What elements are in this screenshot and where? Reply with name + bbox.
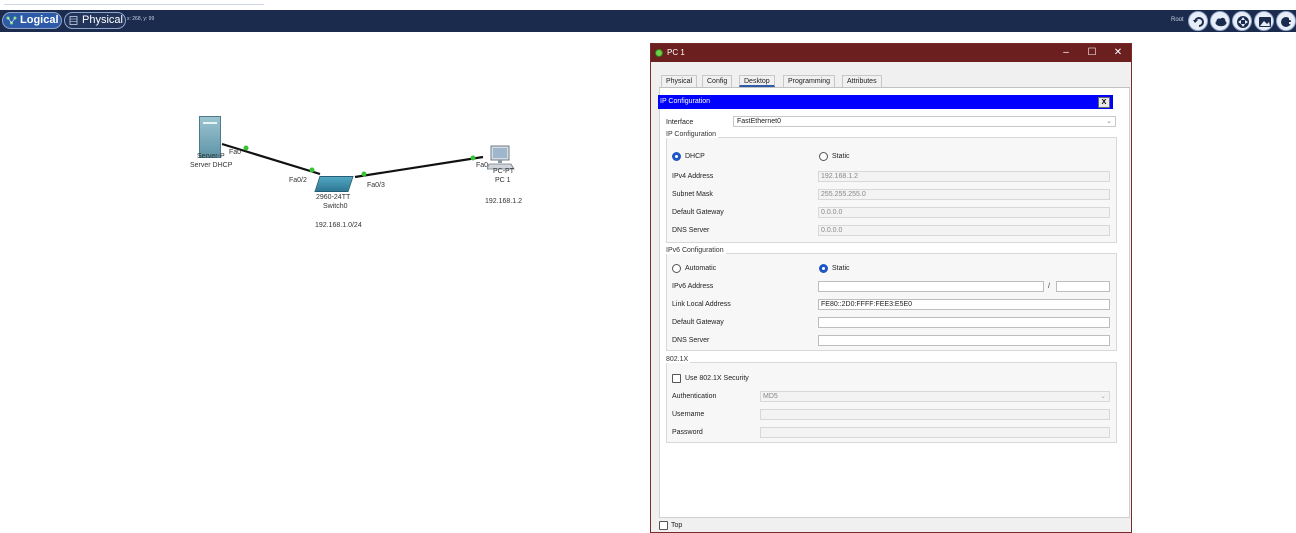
use-dot1x-checkbox[interactable] bbox=[672, 374, 681, 383]
automatic-ipv6-radio[interactable] bbox=[672, 264, 681, 273]
logical-network-icon bbox=[6, 16, 17, 25]
root-label[interactable]: Root bbox=[1171, 17, 1184, 23]
use-dot1x-label: Use 802.1X Security bbox=[685, 375, 749, 382]
ipv6-default-gateway-field[interactable] bbox=[818, 317, 1110, 328]
dot1x-section-title: 802.1X bbox=[666, 356, 691, 363]
server-port-label: Fa0 bbox=[229, 149, 242, 156]
image-icon[interactable] bbox=[1254, 11, 1274, 31]
authentication-label: Authentication bbox=[672, 393, 717, 400]
automatic-ipv6-label: Automatic bbox=[685, 265, 717, 272]
username-label: Username bbox=[672, 411, 705, 418]
dns-server-field[interactable]: 0.0.0.0 bbox=[818, 225, 1110, 236]
switch-left-port-label: Fa0/2 bbox=[289, 177, 307, 184]
window-title-bar[interactable]: PC 1 – ☐ ✕ bbox=[651, 44, 1131, 62]
ip-configuration-title: IP Configuration bbox=[658, 95, 1113, 109]
server-device[interactable] bbox=[199, 116, 221, 158]
link-switch-pc bbox=[354, 155, 484, 179]
ipv6-address-label: IPv6 Address bbox=[672, 283, 714, 290]
pc-port-label: Fa0 bbox=[476, 162, 489, 169]
tab-physical[interactable]: Physical bbox=[661, 75, 698, 87]
pc-window: PC 1 – ☐ ✕ Physical Config Desktop Progr… bbox=[650, 43, 1132, 533]
logical-mode-button[interactable]: Logical bbox=[2, 12, 62, 29]
workspace-toolbar: Logical Physical x: 268, y: 99 Root bbox=[0, 10, 1296, 32]
switch-device[interactable] bbox=[314, 176, 354, 192]
static-ipv6-label: Static bbox=[832, 265, 850, 272]
close-icon[interactable]: ✕ bbox=[1105, 44, 1131, 62]
maximize-icon[interactable]: ☐ bbox=[1079, 44, 1105, 62]
dns-server-label: DNS Server bbox=[672, 227, 710, 234]
default-gateway-field[interactable]: 0.0.0.0 bbox=[818, 207, 1110, 218]
dhcp-radio[interactable] bbox=[672, 152, 681, 161]
link-status-switch-right bbox=[361, 171, 367, 177]
cluster-icon[interactable] bbox=[1276, 11, 1296, 31]
cursor-coordinates: x: 268, y: 99 bbox=[127, 16, 155, 22]
tab-config[interactable]: Config bbox=[702, 75, 733, 87]
chevron-down-icon: ⌄ bbox=[1100, 393, 1106, 400]
interface-select[interactable]: FastEthernet0 ⌄ bbox=[733, 116, 1116, 127]
link-local-label: Link Local Address bbox=[672, 301, 731, 308]
top-checkbox-label: Top bbox=[671, 522, 683, 529]
prefix-separator: / bbox=[1048, 283, 1050, 290]
pc-ip-label: 192.168.1.2 bbox=[485, 198, 522, 205]
link-status-pc-side bbox=[470, 155, 476, 161]
server-model-label: Server-P bbox=[197, 153, 225, 160]
ipv4-address-label: IPv4 Address bbox=[672, 173, 714, 180]
window-title: PC 1 bbox=[667, 48, 685, 57]
static-ipv4-radio[interactable] bbox=[819, 152, 828, 161]
ipv4-address-field[interactable]: 192.168.1.2 bbox=[818, 171, 1110, 182]
username-field[interactable] bbox=[760, 409, 1110, 420]
password-field[interactable] bbox=[760, 427, 1110, 438]
physical-building-icon bbox=[69, 16, 78, 25]
switch-right-port-label: Fa0/3 bbox=[367, 182, 385, 189]
server-name-label: Server DHCP bbox=[190, 162, 233, 169]
tab-attributes[interactable]: Attributes bbox=[842, 75, 882, 87]
authentication-value: MD5 bbox=[763, 393, 778, 400]
ipv6-default-gateway-label: Default Gateway bbox=[672, 319, 724, 326]
authentication-select[interactable]: MD5 ⌄ bbox=[760, 391, 1110, 402]
subnet-mask-field[interactable]: 255.255.255.0 bbox=[818, 189, 1110, 200]
link-local-field[interactable]: FE80::2D0:FFFF:FEE3:E5E0 bbox=[818, 299, 1110, 310]
network-links bbox=[221, 142, 484, 179]
tab-programming[interactable]: Programming bbox=[783, 75, 836, 87]
physical-mode-label: Physical bbox=[82, 14, 123, 26]
pc-model-label: PC-PT bbox=[493, 168, 514, 175]
ipv4-section-title: IP Configuration bbox=[666, 131, 719, 138]
top-checkbox[interactable] bbox=[659, 521, 668, 530]
minimize-icon[interactable]: – bbox=[1053, 44, 1079, 62]
interface-label: Interface bbox=[666, 119, 694, 126]
chevron-down-icon: ⌄ bbox=[1106, 118, 1112, 125]
switch-model-label: 2960-24TT bbox=[316, 194, 351, 201]
tab-desktop[interactable]: Desktop bbox=[739, 75, 775, 87]
back-icon[interactable] bbox=[1188, 11, 1208, 31]
subnet-mask-label: Subnet Mask bbox=[672, 191, 713, 198]
ipv6-address-field[interactable] bbox=[818, 281, 1044, 292]
divider bbox=[4, 4, 264, 5]
logical-mode-label: Logical bbox=[20, 14, 59, 26]
ipv6-prefix-field[interactable] bbox=[1056, 281, 1110, 292]
link-status-switch-left bbox=[309, 167, 315, 173]
app-icon bbox=[655, 49, 663, 57]
move-icon[interactable] bbox=[1232, 11, 1252, 31]
password-label: Password bbox=[672, 429, 703, 436]
ipv6-dns-server-label: DNS Server bbox=[672, 337, 710, 344]
network-address-label: 192.168.1.0/24 bbox=[315, 222, 362, 229]
dhcp-label: DHCP bbox=[685, 153, 705, 160]
logical-workspace[interactable]: Fa0 Server-P Server DHCP Fa0/2 Fa0/3 296… bbox=[0, 32, 640, 533]
switch-name-label: Switch0 bbox=[323, 203, 348, 210]
interface-value: FastEthernet0 bbox=[737, 118, 781, 125]
ip-configuration-close-button[interactable]: X bbox=[1098, 97, 1110, 108]
static-ipv4-label: Static bbox=[832, 153, 850, 160]
physical-mode-button[interactable]: Physical bbox=[64, 12, 126, 29]
default-gateway-label: Default Gateway bbox=[672, 209, 724, 216]
link-status-server-side bbox=[243, 145, 249, 151]
static-ipv6-radio[interactable] bbox=[819, 264, 828, 273]
ipv6-dns-server-field[interactable] bbox=[818, 335, 1110, 346]
ipv6-section-title: IPv6 Configuration bbox=[666, 247, 726, 254]
pc-name-label: PC 1 bbox=[495, 177, 511, 184]
cloud-icon[interactable] bbox=[1210, 11, 1230, 31]
top-strip bbox=[0, 0, 1296, 10]
